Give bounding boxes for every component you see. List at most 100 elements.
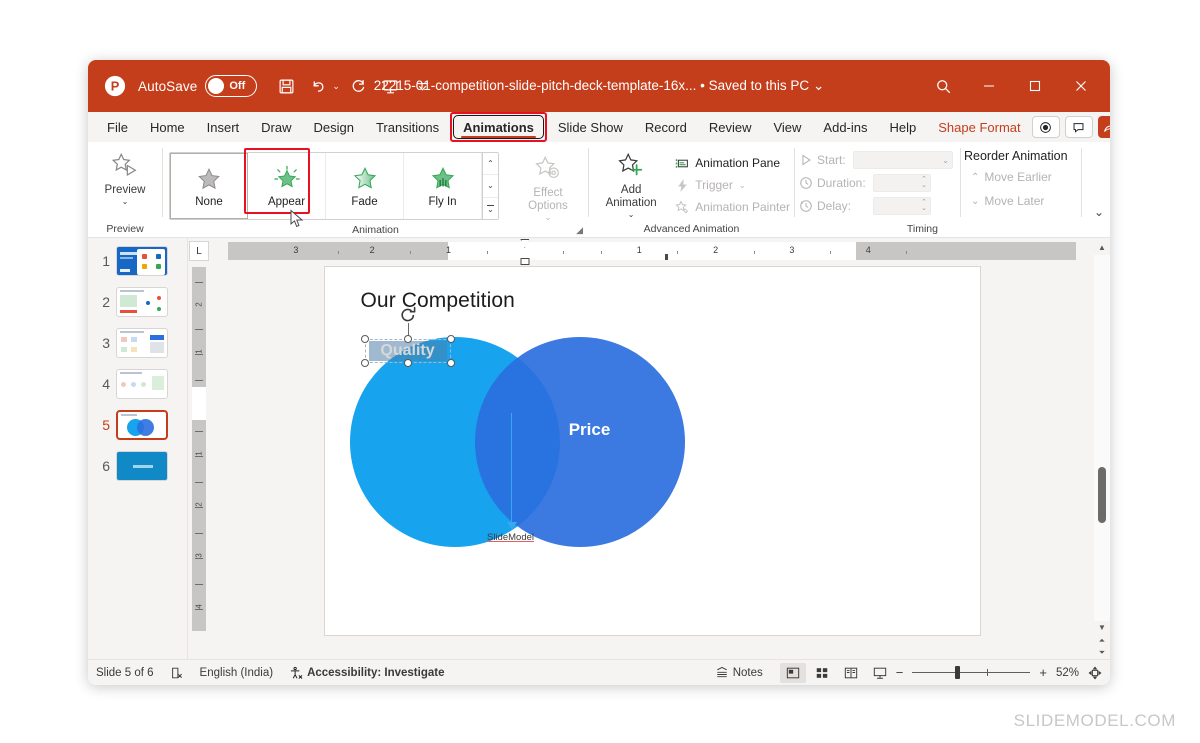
animation-none-button[interactable]: None [170, 153, 248, 219]
venn-circle-price[interactable] [475, 337, 685, 547]
minimize-button[interactable] [966, 60, 1012, 112]
duration-spinner[interactable]: ⌃⌄ [873, 174, 931, 192]
slide-sorter-button[interactable] [809, 663, 835, 683]
comments-button[interactable] [1065, 116, 1093, 138]
save-state-caret[interactable]: ⌄ [813, 78, 824, 93]
trigger-button[interactable]: Trigger ⌄ [671, 175, 794, 195]
thumbnail-slide-4[interactable]: 4 [88, 369, 187, 399]
slide-title-text[interactable]: Our Competition [361, 289, 515, 313]
scroll-up-button[interactable]: ▲ [1098, 241, 1106, 255]
redo-icon[interactable] [344, 71, 374, 101]
preview-chevron-down-icon[interactable]: ⌄ [122, 198, 129, 206]
tab-file[interactable]: File [96, 112, 139, 142]
animation-appear-button[interactable]: Appear [248, 153, 326, 219]
slide-counter[interactable]: Slide 5 of 6 [96, 667, 154, 679]
tab-view[interactable]: View [762, 112, 812, 142]
zoom-out-button[interactable]: − [896, 665, 904, 680]
thumbnail-slide-2[interactable]: 2 [88, 287, 187, 317]
accessibility-status[interactable]: Accessibility: Investigate [289, 666, 444, 680]
autosave-toggle[interactable]: Off [205, 75, 257, 97]
gallery-scroll-up-button[interactable]: ⌃ [483, 153, 498, 175]
notes-button[interactable]: Notes [715, 666, 763, 680]
tab-insert[interactable]: Insert [196, 112, 251, 142]
tab-slide-show[interactable]: Slide Show [547, 112, 634, 142]
previous-slide-button[interactable]: ⏶ [1099, 635, 1105, 647]
venn-price-label[interactable]: Price [569, 420, 611, 440]
scroll-down-button[interactable]: ▼ [1098, 621, 1106, 635]
tab-record[interactable]: Record [634, 112, 698, 142]
zoom-slider-handle[interactable] [955, 666, 960, 679]
start-dropdown[interactable]: ⌄ [853, 151, 953, 169]
animation-dialog-launcher[interactable]: ◢ [576, 225, 583, 236]
tab-stop-selector[interactable]: L [189, 241, 209, 261]
save-state-label[interactable]: • Saved to this PC [700, 78, 809, 93]
fit-to-window-icon[interactable] [1088, 666, 1102, 680]
move-later-button[interactable]: ⌄ Move Later [961, 191, 1048, 211]
trigger-chevron-down-icon[interactable]: ⌄ [739, 181, 746, 190]
animation-pane-button[interactable]: Animation Pane [671, 153, 794, 173]
maximize-button[interactable] [1012, 60, 1058, 112]
effect-options-button[interactable]: Effect Options ⌄ [513, 150, 583, 222]
tab-transitions[interactable]: Transitions [365, 112, 450, 142]
vertical-ruler-bar[interactable]: 2 1 1 2 3 4 [192, 267, 206, 631]
share-button[interactable]: ⌄ [1098, 116, 1110, 138]
move-earlier-button[interactable]: ⌃ Move Earlier [961, 167, 1056, 187]
thumbnail-slide-6[interactable]: 6 [88, 451, 187, 481]
resize-handle-top-right[interactable] [447, 335, 455, 343]
resize-handle-top-center[interactable] [404, 335, 412, 343]
delay-spin-arrows[interactable]: ⌃⌄ [921, 200, 927, 212]
add-animation-button[interactable]: Add Animation ⌄ [595, 147, 667, 219]
undo-dropdown-caret[interactable]: ⌄ [332, 81, 340, 92]
close-button[interactable] [1058, 60, 1104, 112]
tab-animations[interactable]: Animations [450, 112, 547, 142]
zoom-level-label[interactable]: 52% [1056, 667, 1079, 679]
tab-help[interactable]: Help [879, 112, 928, 142]
tab-design[interactable]: Design [303, 112, 365, 142]
ribbon-collapse-button[interactable]: ⌄ [1094, 205, 1104, 219]
tab-draw[interactable]: Draw [250, 112, 302, 142]
selected-textbox-quality[interactable]: Quality [365, 339, 451, 363]
thumbnail-slide-3[interactable]: 3 [88, 328, 187, 358]
preview-button[interactable]: Preview ⌄ [93, 147, 157, 206]
gallery-scroll-down-button[interactable]: ⌄ [483, 175, 498, 197]
scrollbar-track[interactable] [1094, 255, 1110, 621]
gallery-more-button[interactable]: ⌄ [483, 198, 498, 219]
animation-painter-button[interactable]: Animation Painter [671, 197, 794, 217]
tab-review[interactable]: Review [698, 112, 763, 142]
duration-spin-arrows[interactable]: ⌃⌄ [921, 177, 927, 189]
reading-view-button[interactable] [838, 663, 864, 683]
tab-stop-marker[interactable] [665, 254, 668, 260]
effect-options-chevron-down-icon[interactable]: ⌄ [545, 214, 552, 222]
add-animation-chevron-down-icon[interactable]: ⌄ [628, 211, 635, 219]
normal-view-button[interactable] [780, 663, 806, 683]
resize-handle-top-left[interactable] [361, 335, 369, 343]
start-presentation-icon[interactable] [376, 71, 406, 101]
zoom-slider[interactable] [912, 665, 1030, 681]
save-icon[interactable] [271, 71, 301, 101]
undo-icon[interactable] [303, 71, 333, 101]
record-button[interactable] [1032, 116, 1060, 138]
tab-add-ins[interactable]: Add-ins [812, 112, 878, 142]
animation-flyin-button[interactable]: Fly In [404, 153, 482, 219]
spellcheck-icon[interactable] [170, 666, 184, 680]
tab-shape-format[interactable]: Shape Format [927, 112, 1031, 142]
venn-quality-label[interactable]: Quality [369, 341, 447, 361]
slide-canvas[interactable]: Our Competition Price SlideModel [324, 266, 981, 636]
resize-handle-bottom-left[interactable] [361, 359, 369, 367]
horizontal-ruler[interactable]: 3 2 1 1 2 3 4 [228, 242, 1076, 260]
zoom-in-button[interactable]: + [1039, 665, 1047, 680]
language-label[interactable]: English (India) [200, 667, 274, 679]
thumbnail-slide-5[interactable]: 5 [88, 410, 187, 440]
slideshow-button[interactable] [867, 663, 893, 683]
thumbnail-slide-1[interactable]: 1 [88, 246, 187, 276]
next-slide-button[interactable]: ⏷ [1099, 647, 1105, 659]
delay-spinner[interactable]: ⌃⌄ [873, 197, 931, 215]
tab-home[interactable]: Home [139, 112, 196, 142]
scrollbar-thumb[interactable] [1098, 467, 1106, 523]
slide-thumbnail-panel[interactable]: 1 2 [88, 238, 188, 659]
customize-quick-access-icon[interactable] [408, 71, 438, 101]
resize-handle-bottom-center[interactable] [404, 359, 412, 367]
left-indent-marker[interactable] [520, 258, 529, 265]
search-icon[interactable] [920, 60, 966, 112]
vertical-scrollbar[interactable]: ▲ ▼ ⏶ ⏷ [1094, 238, 1110, 659]
